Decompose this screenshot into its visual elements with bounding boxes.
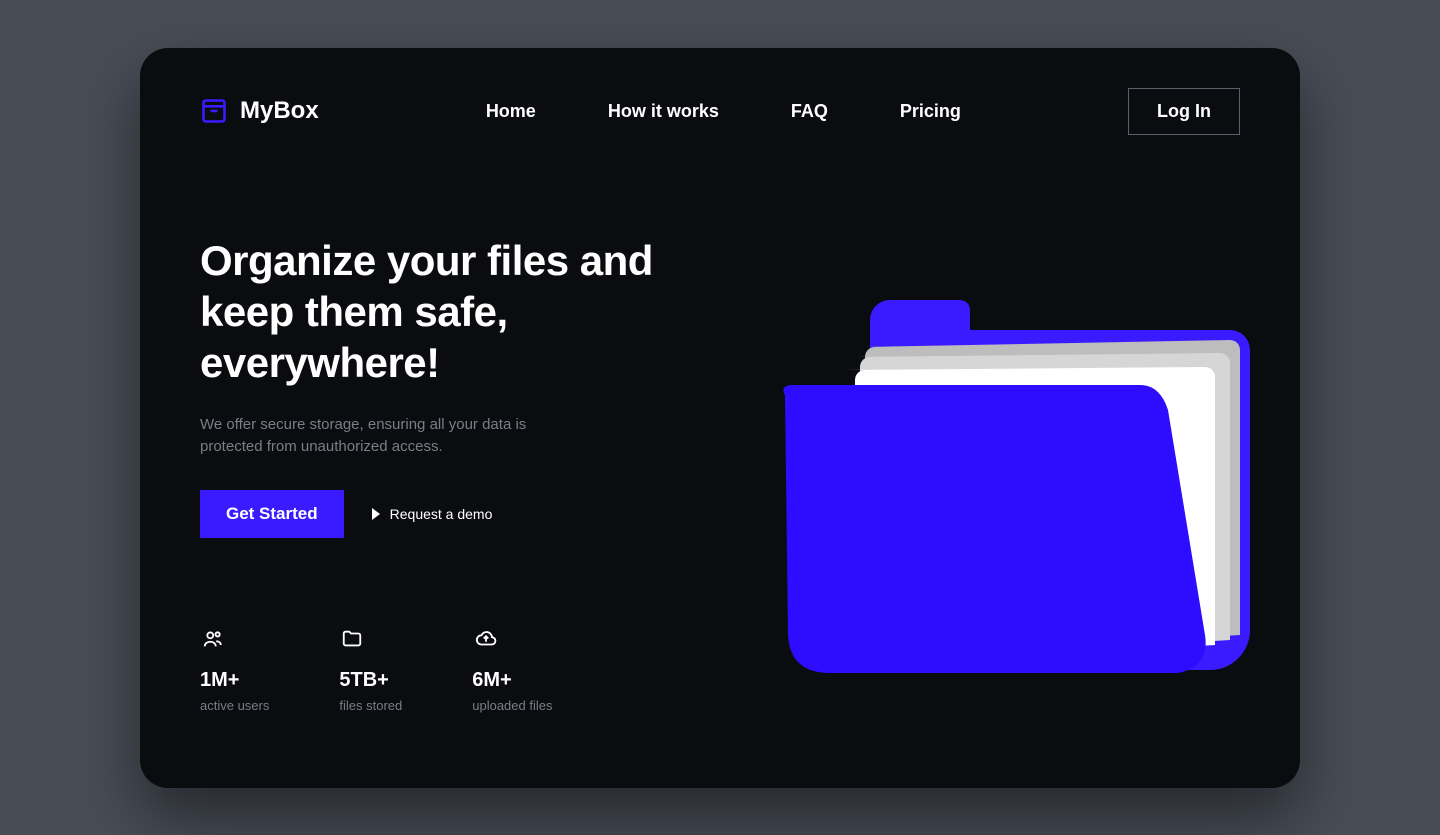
stat-value: 6M+ xyxy=(472,669,552,692)
hero-copy: Organize your files and keep them safe, … xyxy=(200,235,720,713)
folder-illustration-icon xyxy=(760,275,1280,695)
stats-row: 1M+ active users 5TB+ files stored xyxy=(200,628,720,713)
nav-faq[interactable]: FAQ xyxy=(791,101,828,122)
stat-files-stored: 5TB+ files stored xyxy=(339,628,402,713)
landing-card: MyBox Home How it works FAQ Pricing Log … xyxy=(140,48,1300,788)
headline: Organize your files and keep them safe, … xyxy=(200,235,720,389)
header: MyBox Home How it works FAQ Pricing Log … xyxy=(200,88,1240,135)
request-demo-label: Request a demo xyxy=(390,506,493,522)
primary-nav: Home How it works FAQ Pricing xyxy=(486,101,961,122)
users-icon xyxy=(200,628,269,655)
stat-label: files stored xyxy=(339,698,402,713)
box-icon xyxy=(200,97,228,125)
stat-uploaded-files: 6M+ uploaded files xyxy=(472,628,552,713)
subheadline: We offer secure storage, ensuring all yo… xyxy=(200,414,580,458)
request-demo-link[interactable]: Request a demo xyxy=(372,506,493,522)
brand-name: MyBox xyxy=(240,97,319,125)
stat-label: active users xyxy=(200,698,269,713)
brand: MyBox xyxy=(200,97,319,125)
cloud-upload-icon xyxy=(472,628,552,655)
get-started-button[interactable]: Get Started xyxy=(200,490,344,538)
stat-value: 5TB+ xyxy=(339,669,402,692)
nav-home[interactable]: Home xyxy=(486,101,536,122)
nav-pricing[interactable]: Pricing xyxy=(900,101,961,122)
play-icon xyxy=(372,508,380,520)
stat-label: uploaded files xyxy=(472,698,552,713)
stat-value: 1M+ xyxy=(200,669,269,692)
nav-how-it-works[interactable]: How it works xyxy=(608,101,719,122)
cta-row: Get Started Request a demo xyxy=(200,490,720,538)
login-button[interactable]: Log In xyxy=(1128,88,1240,135)
hero: Organize your files and keep them safe, … xyxy=(200,235,1240,713)
stat-active-users: 1M+ active users xyxy=(200,628,269,713)
hero-illustration xyxy=(720,235,1240,713)
folder-icon xyxy=(339,628,402,655)
